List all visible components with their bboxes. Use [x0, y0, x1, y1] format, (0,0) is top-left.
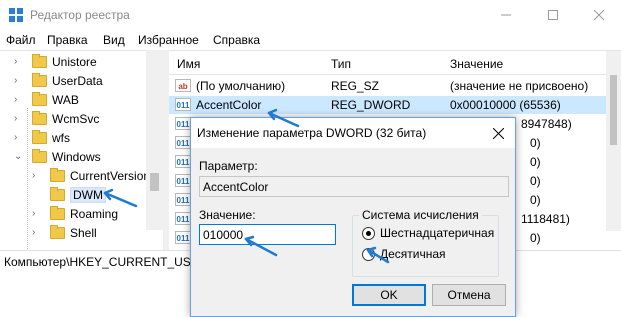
- maximize-icon: [548, 10, 558, 20]
- tree-item-currentversion[interactable]: › CurrentVersion: [32, 166, 150, 185]
- param-label: Параметр:: [199, 159, 258, 173]
- tree-item-wab[interactable]: › WAB: [14, 90, 79, 109]
- param-name-field[interactable]: [199, 176, 509, 197]
- expand-icon[interactable]: ›: [14, 75, 17, 86]
- minimize-icon: [501, 14, 511, 16]
- expand-icon[interactable]: ›: [14, 132, 17, 143]
- radio-dec-label: Десятичная: [380, 247, 446, 261]
- folder-icon: [32, 53, 47, 68]
- row-value: 0): [530, 193, 541, 207]
- close-icon: [594, 10, 604, 20]
- row-value: 1118481): [521, 212, 570, 226]
- menu-edit[interactable]: Правка: [47, 33, 88, 47]
- collapse-icon[interactable]: ⌄: [14, 151, 22, 162]
- menu-favorites[interactable]: Избранное: [138, 33, 199, 47]
- ok-button[interactable]: OK: [352, 284, 426, 306]
- expand-icon[interactable]: ›: [14, 113, 17, 124]
- list-header: Имя Тип Значение: [169, 51, 606, 75]
- list-scrollbar[interactable]: [606, 51, 621, 231]
- tree-scrollbar[interactable]: [146, 50, 163, 230]
- expand-icon[interactable]: ›: [14, 94, 17, 105]
- menu-help[interactable]: Справка: [213, 33, 260, 47]
- folder-icon: [32, 110, 47, 125]
- row-value: 0): [530, 155, 541, 169]
- regedit-icon: [9, 8, 23, 22]
- menu-bar: Файл Правка Вид Избранное Справка: [0, 30, 621, 50]
- row-name: (По умолчанию): [196, 79, 286, 93]
- close-button[interactable]: [576, 0, 621, 30]
- folder-open-icon: [32, 148, 47, 163]
- radio-checked-icon[interactable]: [362, 226, 375, 240]
- folder-icon: [32, 72, 47, 87]
- row-name: AccentColor: [196, 98, 262, 112]
- binary-value-icon: 011: [175, 98, 191, 111]
- folder-icon: [50, 186, 65, 201]
- value-row-default[interactable]: ab (По умолчанию) REG_SZ (значение не пр…: [169, 77, 606, 95]
- column-type[interactable]: Тип: [331, 57, 351, 71]
- folder-icon: [50, 205, 65, 220]
- binary-value-icon: 011: [175, 231, 191, 244]
- dialog-title-bar: Изменение параметра DWORD (32 бита): [191, 118, 515, 148]
- base-group: [352, 215, 499, 277]
- binary-value-icon: 011: [175, 117, 191, 130]
- binary-value-icon: 011: [175, 155, 191, 168]
- column-name[interactable]: Имя: [177, 57, 200, 71]
- scrollbar-thumb[interactable]: [610, 75, 617, 145]
- menu-file[interactable]: Файл: [6, 33, 36, 47]
- tree-item-windows[interactable]: ⌄ Windows: [14, 147, 101, 166]
- row-value: 0x00010000 (65536): [450, 98, 561, 112]
- binary-value-icon: 011: [175, 212, 191, 225]
- radio-hex-label: Шестнадцатеричная: [380, 226, 495, 240]
- row-value: (значение не присвоено): [450, 79, 589, 93]
- expand-icon[interactable]: ›: [32, 208, 35, 219]
- radio-decimal[interactable]: Десятичная: [362, 247, 446, 261]
- tree-item-userdata[interactable]: › UserData: [14, 71, 103, 90]
- row-value: 0): [530, 231, 541, 245]
- title-bar: Редактор реестра: [0, 0, 621, 30]
- tree-item-wfs[interactable]: › wfs: [14, 128, 70, 147]
- base-legend: Система исчисления: [359, 208, 482, 222]
- tree-item-unistore[interactable]: › Unistore: [14, 52, 97, 71]
- row-value: 0): [530, 174, 541, 188]
- row-value: 8947848): [521, 117, 572, 131]
- binary-value-icon: 011: [175, 174, 191, 187]
- dialog-title: Изменение параметра DWORD (32 бита): [197, 126, 427, 140]
- expand-icon[interactable]: ›: [32, 170, 35, 181]
- expand-icon[interactable]: ›: [32, 227, 35, 238]
- tree-item-roaming[interactable]: › Roaming: [32, 204, 118, 223]
- maximize-button[interactable]: [530, 0, 576, 30]
- radio-hexadecimal[interactable]: Шестнадцатеричная: [362, 226, 494, 240]
- value-label: Значение:: [199, 208, 256, 222]
- tree-item-dwm[interactable]: DWM: [32, 185, 106, 204]
- expand-icon[interactable]: ›: [14, 56, 17, 67]
- folder-icon: [50, 224, 65, 239]
- menu-view[interactable]: Вид: [103, 33, 125, 47]
- status-path: Компьютер\HKEY_CURRENT_USER: [4, 255, 208, 269]
- radio-unchecked-icon[interactable]: [362, 247, 375, 261]
- column-value[interactable]: Значение: [450, 57, 503, 71]
- tree-item-wcmsvc[interactable]: › WcmSvc: [14, 109, 99, 128]
- edit-dword-dialog: Изменение параметра DWORD (32 бита) Пара…: [190, 117, 516, 317]
- tree-item-shell[interactable]: › Shell: [32, 223, 97, 242]
- cancel-button[interactable]: Отмена: [432, 284, 506, 306]
- folder-icon: [32, 129, 47, 144]
- row-value: 0): [530, 136, 541, 150]
- string-value-icon: ab: [175, 79, 191, 92]
- value-data-field[interactable]: [199, 224, 336, 245]
- binary-value-icon: 011: [175, 136, 191, 149]
- row-type: REG_DWORD: [331, 98, 411, 112]
- dialog-close-button[interactable]: [481, 118, 515, 148]
- binary-value-icon: 011: [175, 193, 191, 206]
- value-row-accentcolor[interactable]: 011 AccentColor REG_DWORD 0x00010000 (65…: [169, 96, 606, 114]
- close-icon: [492, 127, 504, 139]
- window-title: Редактор реестра: [30, 8, 130, 22]
- folder-icon: [32, 91, 47, 106]
- scrollbar-thumb[interactable]: [150, 173, 159, 191]
- registry-tree[interactable]: › Unistore › UserData › WAB › WcmSvc › w…: [0, 50, 163, 250]
- row-type: REG_SZ: [331, 79, 380, 93]
- minimize-button[interactable]: [483, 0, 529, 30]
- folder-icon: [50, 167, 65, 182]
